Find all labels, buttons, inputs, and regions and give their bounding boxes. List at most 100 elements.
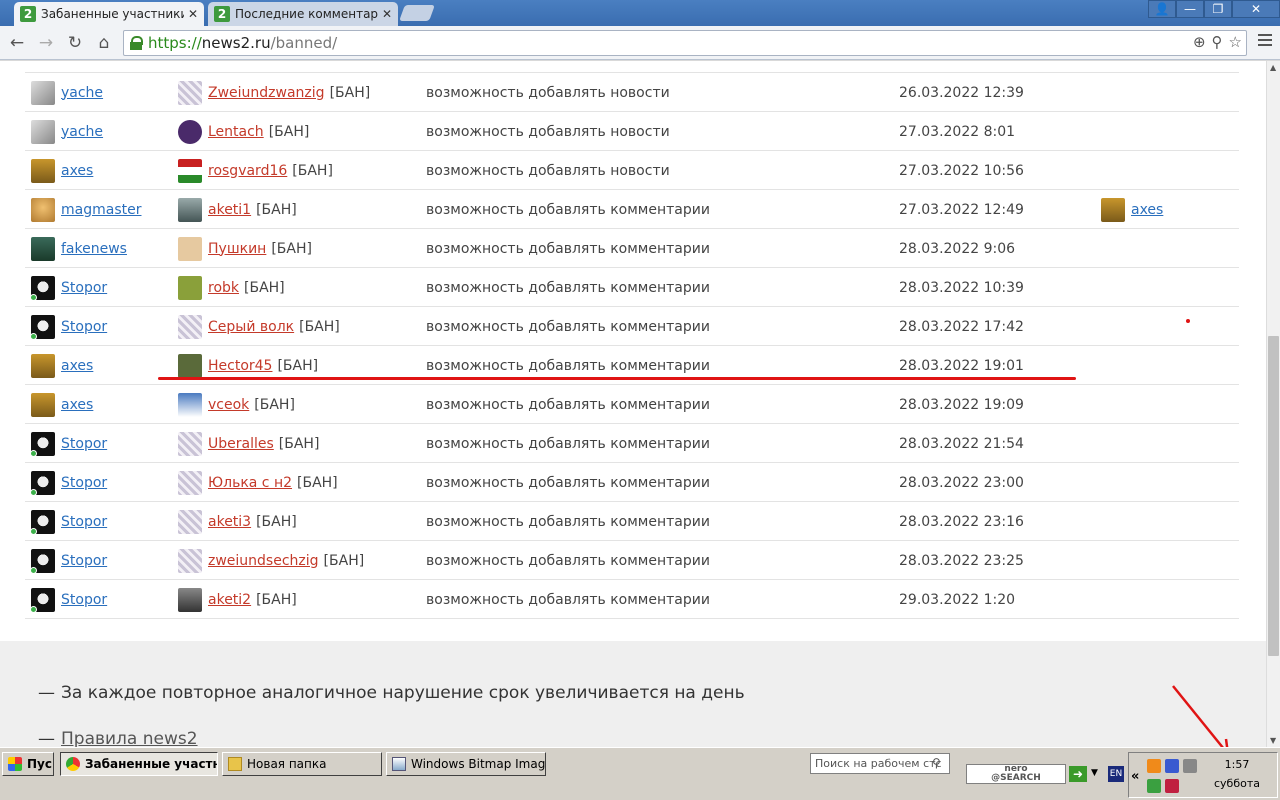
user-avatar[interactable] bbox=[178, 353, 202, 378]
forward-arrow-icon[interactable]: → bbox=[35, 32, 57, 54]
user-avatar[interactable] bbox=[178, 509, 202, 534]
taskbar-item-folder[interactable]: Новая папка bbox=[222, 752, 382, 776]
tray-network-icon[interactable] bbox=[1165, 759, 1179, 773]
admin-link[interactable]: Stopor bbox=[61, 475, 107, 491]
admin-link[interactable]: yache bbox=[61, 85, 103, 101]
admin-avatar[interactable] bbox=[31, 197, 55, 222]
banned-user-link[interactable]: aketi3 bbox=[208, 514, 251, 530]
admin-avatar[interactable] bbox=[31, 353, 55, 378]
admin-avatar[interactable] bbox=[30, 509, 55, 535]
tab-close-icon[interactable]: ✕ bbox=[188, 7, 198, 21]
go-arrow-icon[interactable]: ➜ bbox=[1069, 766, 1087, 782]
tray-pen-icon[interactable] bbox=[1183, 759, 1197, 773]
scrollbar-thumb[interactable] bbox=[1268, 336, 1279, 656]
tray-app-icon[interactable] bbox=[1147, 759, 1161, 773]
admin-link[interactable]: fakenews bbox=[61, 241, 127, 257]
admin-link[interactable]: magmaster bbox=[61, 202, 141, 218]
admin-link[interactable]: Stopor bbox=[61, 319, 107, 335]
minimize-button[interactable]: — bbox=[1176, 0, 1204, 18]
tab-close-icon[interactable]: ✕ bbox=[382, 7, 392, 21]
ban-tag: [БАН] bbox=[254, 396, 295, 413]
user-avatar[interactable] bbox=[178, 470, 202, 495]
admin-link[interactable]: Stopor bbox=[61, 280, 107, 296]
admin-link[interactable]: Stopor bbox=[61, 514, 107, 530]
search-icon[interactable]: ⚲ bbox=[932, 756, 947, 771]
admin-avatar[interactable] bbox=[30, 275, 55, 301]
user-avatar[interactable] bbox=[178, 314, 202, 339]
user-avatar[interactable] bbox=[178, 197, 202, 222]
bookmark-star-icon[interactable]: ☆ bbox=[1229, 33, 1242, 51]
admin-link[interactable]: Stopor bbox=[61, 553, 107, 569]
admin-avatar[interactable] bbox=[31, 392, 55, 417]
address-bar[interactable]: https://news2.ru/banned/ ⊕ ⚲ ☆ bbox=[123, 30, 1247, 56]
admin-avatar[interactable] bbox=[31, 80, 55, 105]
admin-link[interactable]: axes bbox=[61, 397, 93, 413]
extension-icon[interactable]: ⚲ bbox=[1212, 33, 1223, 51]
home-icon[interactable]: ⌂ bbox=[93, 32, 115, 54]
rules-link[interactable]: Правила news2 bbox=[61, 729, 198, 747]
banned-user-link[interactable]: vceok bbox=[208, 397, 249, 413]
tray-expand-icon[interactable]: « bbox=[1131, 769, 1139, 784]
user-avatar[interactable] bbox=[178, 587, 202, 612]
admin-link[interactable]: Stopor bbox=[61, 592, 107, 608]
user-avatar[interactable] bbox=[178, 275, 202, 300]
admin-avatar[interactable] bbox=[30, 470, 55, 496]
admin-link[interactable]: axes bbox=[61, 163, 93, 179]
scroll-up-icon[interactable]: ▲ bbox=[1270, 63, 1276, 72]
banned-user-link[interactable]: Lentach bbox=[208, 124, 264, 140]
admin-avatar[interactable] bbox=[31, 119, 55, 144]
scroll-down-icon[interactable]: ▼ bbox=[1270, 736, 1276, 745]
admin-link[interactable]: yache bbox=[61, 124, 103, 140]
user-avatar[interactable] bbox=[178, 548, 202, 573]
admin-cell: axes bbox=[31, 346, 93, 385]
banned-user-link[interactable]: Hector45 bbox=[208, 358, 272, 374]
taskbar-item-browser[interactable]: Забаненные участн... bbox=[60, 752, 218, 776]
admin-avatar[interactable] bbox=[30, 587, 55, 613]
admin-avatar[interactable] bbox=[30, 431, 55, 457]
banned-user-link[interactable]: zweiundsechzig bbox=[208, 553, 319, 569]
banned-user-link[interactable]: aketi2 bbox=[208, 592, 251, 608]
menu-icon[interactable] bbox=[1258, 34, 1272, 49]
admin-link[interactable]: Stopor bbox=[61, 436, 107, 452]
admin-avatar[interactable] bbox=[30, 314, 55, 340]
banned-user-link[interactable]: Юлька с н2 bbox=[208, 475, 292, 491]
admin-avatar[interactable] bbox=[31, 236, 55, 261]
banned-user-link[interactable]: Uberalles bbox=[208, 436, 274, 452]
user-avatar[interactable] bbox=[178, 158, 202, 183]
banned-user-link[interactable]: Серый волк bbox=[208, 319, 294, 335]
close-window-button[interactable]: ✕ bbox=[1232, 0, 1280, 18]
user-avatar[interactable] bbox=[178, 236, 202, 261]
back-arrow-icon[interactable]: ← bbox=[6, 32, 28, 54]
tray-security-icon[interactable] bbox=[1165, 779, 1179, 793]
taskbar-item-bitmap[interactable]: Windows Bitmap Image (1... bbox=[386, 752, 546, 776]
language-indicator[interactable]: EN bbox=[1108, 766, 1124, 782]
admin-avatar[interactable] bbox=[31, 158, 55, 183]
user-avatar[interactable] bbox=[178, 119, 202, 144]
banned-user-link[interactable]: rosgvard16 bbox=[208, 163, 287, 179]
restore-button[interactable]: ❐ bbox=[1204, 0, 1232, 18]
chevron-down-icon[interactable]: ▼ bbox=[1091, 768, 1098, 778]
unban-admin-avatar[interactable] bbox=[1101, 197, 1125, 222]
start-button[interactable]: Пуск bbox=[2, 752, 54, 776]
user-avatar[interactable] bbox=[178, 431, 202, 456]
page-scrollbar[interactable]: ▲ ▼ bbox=[1266, 61, 1280, 747]
user-avatar[interactable] bbox=[178, 392, 202, 417]
tab-comments[interactable]: 2 Последние комментарии Н ✕ bbox=[208, 2, 398, 26]
banned-user-link[interactable]: Пушкин bbox=[208, 241, 266, 257]
banned-user-link[interactable]: Zweiundzwanzig bbox=[208, 85, 325, 101]
desktop-search-input[interactable]: Поиск на рабочем стс ⚲ bbox=[810, 753, 950, 774]
unban-admin-link[interactable]: axes bbox=[1131, 202, 1163, 218]
banned-user-link[interactable]: robk bbox=[208, 280, 239, 296]
profile-icon[interactable]: 👤 bbox=[1148, 0, 1176, 18]
tray-wifi-icon[interactable] bbox=[1147, 779, 1161, 793]
zoom-icon[interactable]: ⊕ bbox=[1193, 33, 1206, 51]
admin-link[interactable]: axes bbox=[61, 358, 93, 374]
taskbar-clock[interactable]: 1:57 суббота bbox=[1205, 755, 1269, 793]
reload-icon[interactable]: ↻ bbox=[64, 32, 86, 54]
admin-avatar[interactable] bbox=[30, 548, 55, 574]
user-avatar[interactable] bbox=[178, 80, 202, 105]
tab-banned[interactable]: 2 Забаненные участники / nc ✕ bbox=[14, 2, 204, 26]
new-tab-button[interactable] bbox=[399, 5, 435, 21]
nero-search-box[interactable]: nero @SEARCH bbox=[966, 764, 1066, 784]
banned-user-link[interactable]: aketi1 bbox=[208, 202, 251, 218]
